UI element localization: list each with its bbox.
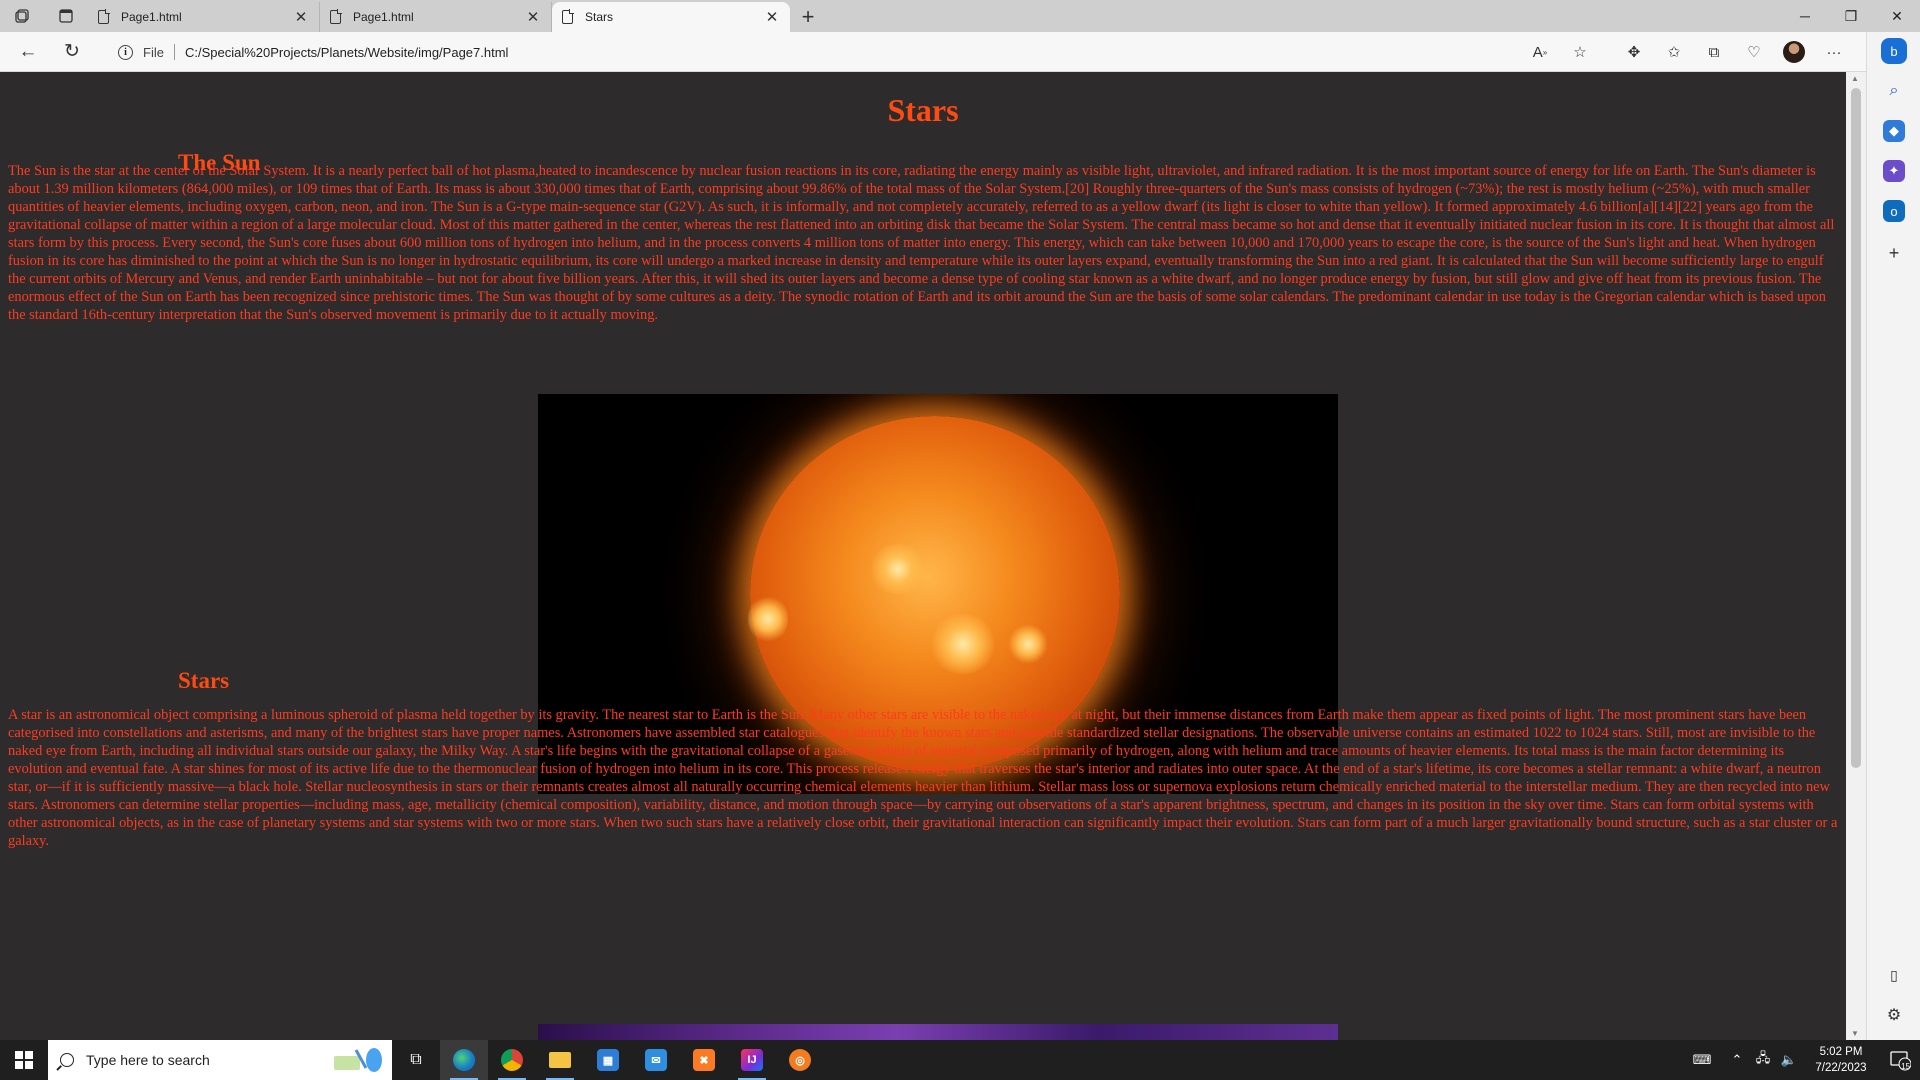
split-screen-icon[interactable]: ▯ (1883, 964, 1905, 986)
tab-actions-icon[interactable] (44, 0, 88, 32)
clock-time: 5:02 PM (1819, 1046, 1863, 1058)
sun-flare (1008, 624, 1048, 664)
search-icon (60, 1053, 74, 1067)
windows-logo-icon (15, 1051, 33, 1069)
search-highlight-icon (334, 1048, 382, 1072)
info-icon[interactable]: i (118, 44, 133, 60)
divider (173, 44, 175, 60)
section-text-stars: A star is an astronomical object compris… (8, 707, 1838, 849)
app-orange-icon[interactable]: ◎ (776, 1040, 824, 1080)
favorites-icon[interactable]: ✩ (1654, 32, 1694, 72)
vertical-scrollbar[interactable]: ▲ ▼ (1846, 72, 1866, 1040)
toolbar-icons: A» ☆ ✥ ✩ ⧉ ♡ ··· (1520, 32, 1854, 72)
tab-page1-second[interactable]: Page1.html ✕ (320, 2, 552, 32)
sun-flare (928, 614, 998, 674)
file-explorer-icon[interactable] (536, 1040, 584, 1080)
section-heading-stars: Stars (178, 668, 230, 693)
minimize-button[interactable]: ─ (1782, 0, 1828, 32)
chevron-up-icon[interactable]: ⌃ (1724, 1040, 1750, 1080)
window-controls: ─ ❐ ✕ (1782, 0, 1920, 32)
galaxy-image (538, 1024, 1338, 1040)
more-options-icon[interactable]: ··· (1814, 32, 1854, 72)
tools-icon[interactable]: ✦ (1883, 160, 1905, 182)
back-icon[interactable]: ← (6, 32, 50, 72)
shopping-icon[interactable]: ◆ (1883, 120, 1905, 142)
tab-stars[interactable]: Stars ✕ (552, 2, 790, 32)
read-aloud-icon[interactable]: A» (1520, 32, 1560, 72)
close-window-button[interactable]: ✕ (1874, 0, 1920, 32)
edge-taskbar-icon[interactable] (440, 1040, 488, 1080)
task-view-icon[interactable]: ⧉ (392, 1040, 440, 1080)
tab-label: Page1.html (353, 10, 414, 24)
document-icon (98, 9, 110, 24)
refresh-icon[interactable]: ↻ (50, 32, 94, 72)
store-icon[interactable]: ▦ (584, 1040, 632, 1080)
search-placeholder: Type here to search (86, 1052, 210, 1068)
section-text-sun: The Sun is the star at the center of the… (8, 163, 1835, 323)
tab-strip: Page1.html ✕ Page1.html ✕ Stars ✕ + ─ ❐ … (0, 0, 1920, 32)
favorite-star-icon[interactable]: ☆ (1560, 32, 1600, 72)
close-tab-icon[interactable]: ✕ (525, 8, 541, 26)
tab-page1-first[interactable]: Page1.html ✕ (88, 2, 320, 32)
mail-icon[interactable]: ✉ (632, 1040, 680, 1080)
windows-taskbar: Type here to search ⧉ ▦ ✉ ✖ IJ ◎ ⌨ ⌃ 🖧 🔈… (0, 1040, 1920, 1080)
taskbar-search-box[interactable]: Type here to search (48, 1040, 392, 1080)
clock[interactable]: 5:02 PM 7/22/2023 (1802, 1044, 1880, 1076)
search-icon[interactable]: ⌕ (1883, 80, 1905, 102)
address-bar[interactable]: i File C:/Special%20Projects/Planets/Web… (110, 36, 1580, 68)
sun-flare (748, 594, 788, 644)
profile-avatar[interactable] (1783, 41, 1805, 63)
sun-flare (868, 544, 928, 594)
plus-icon[interactable]: + (790, 2, 826, 32)
clock-date: 7/22/2023 (1815, 1062, 1867, 1074)
notification-count: 15 (1901, 1062, 1910, 1071)
page-title: Stars (887, 92, 959, 128)
close-tab-icon[interactable]: ✕ (764, 8, 780, 26)
settings-gear-icon[interactable]: ⚙ (1883, 1004, 1905, 1026)
scroll-down-icon[interactable]: ▼ (1851, 1029, 1859, 1038)
scroll-up-icon[interactable]: ▲ (1851, 74, 1859, 83)
chrome-taskbar-icon[interactable] (488, 1040, 536, 1080)
add-sidebar-icon[interactable]: + (1883, 242, 1905, 264)
page-viewport: Stars The Sun The Sun is the star at the… (0, 72, 1846, 1040)
document-icon (562, 9, 574, 24)
scrollbar-thumb[interactable] (1851, 88, 1861, 768)
url-scheme: File (143, 44, 164, 60)
network-icon[interactable]: 🖧 (1750, 1040, 1776, 1080)
tab-label: Stars (585, 10, 614, 24)
xampp-icon[interactable]: ✖ (680, 1040, 728, 1080)
restore-button[interactable]: ❐ (1828, 0, 1874, 32)
workspaces-icon[interactable] (0, 0, 44, 32)
notification-center-icon[interactable]: 15 (1880, 1040, 1920, 1080)
outlook-icon[interactable]: o (1883, 200, 1905, 222)
keyboard-icon[interactable]: ⌨ (1680, 1040, 1724, 1080)
tab-label: Page1.html (121, 10, 182, 24)
collections-icon[interactable]: ⧉ (1694, 32, 1734, 72)
extensions-icon[interactable]: ✥ (1614, 32, 1654, 72)
edge-sidebar: b ⌕ ◆ ✦ o + ▯ ⚙ (1866, 32, 1920, 1040)
volume-icon[interactable]: 🔈 (1776, 1040, 1802, 1080)
close-tab-icon[interactable]: ✕ (293, 8, 309, 26)
intellij-icon[interactable]: IJ (728, 1040, 776, 1080)
bing-chat-icon[interactable]: b (1881, 38, 1907, 64)
browser-toolbar: ← ↻ i File C:/Special%20Projects/Planets… (0, 32, 1920, 72)
system-tray: ⌨ ⌃ 🖧 🔈 5:02 PM 7/22/2023 15 (1680, 1040, 1920, 1080)
start-button[interactable] (0, 1040, 48, 1080)
browser-essentials-icon[interactable]: ♡ (1734, 32, 1774, 72)
document-icon (330, 9, 342, 24)
url-text[interactable]: C:/Special%20Projects/Planets/Website/im… (185, 45, 508, 60)
